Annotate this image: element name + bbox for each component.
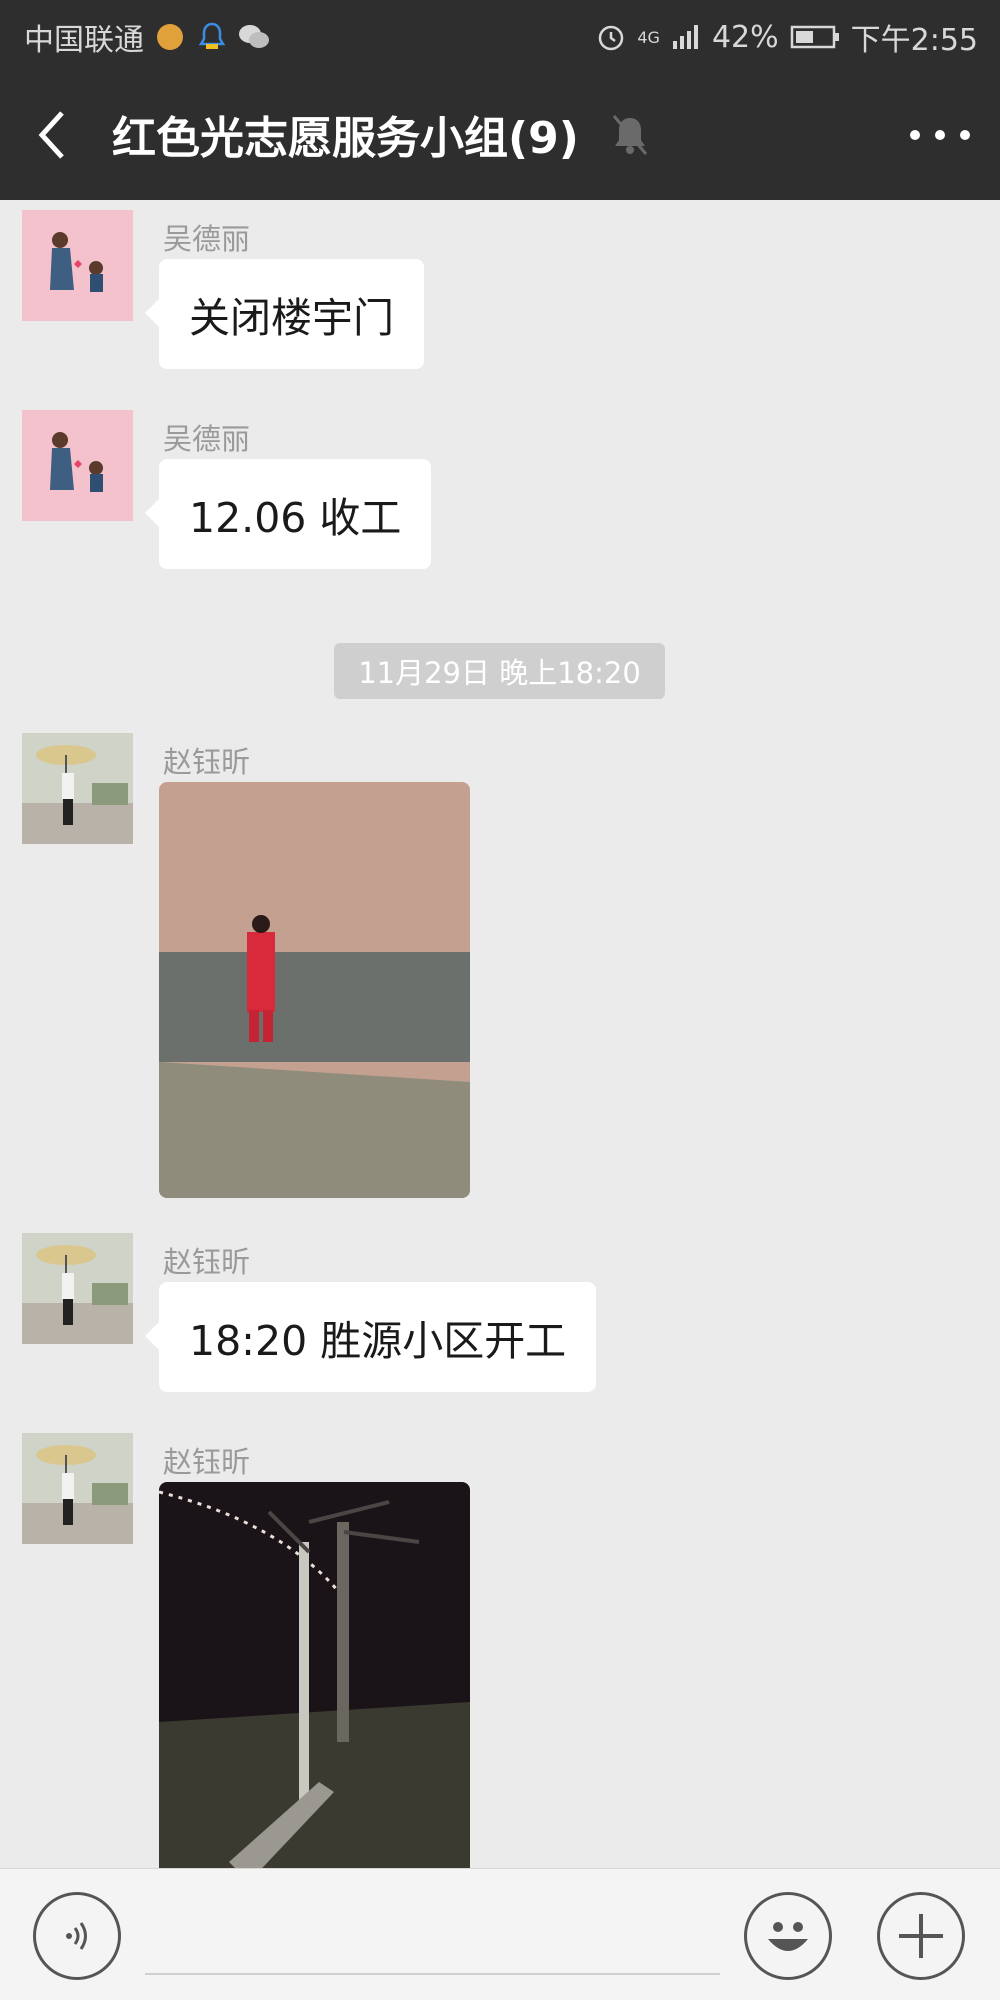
title-bar: 红色光志愿服务小组(9)	[0, 70, 1000, 200]
sender-name: 赵钰昕	[163, 1245, 251, 1279]
status-right: 4G 42% 下午2:55	[595, 15, 978, 59]
battery-icon	[789, 21, 841, 53]
message-bubble[interactable]: 关闭楼宇门	[145, 259, 424, 369]
avatar[interactable]	[22, 410, 133, 521]
back-button[interactable]	[32, 105, 82, 165]
mute-bell-icon	[610, 112, 650, 158]
avatar[interactable]	[22, 733, 133, 844]
image-message[interactable]	[159, 782, 470, 1198]
network-type: 4G	[637, 27, 660, 47]
avatar[interactable]	[22, 1233, 133, 1344]
sender-name: 吴德丽	[163, 222, 251, 256]
chat-area[interactable]: 吴德丽 关闭楼宇门 吴德丽 12.06 收工 11月29日 晚上18:20 赵钰…	[0, 200, 1000, 1868]
carrier-name: 中国联通	[24, 23, 144, 58]
plus-button[interactable]	[877, 1892, 965, 1980]
voice-button[interactable]	[33, 1892, 121, 1980]
qq-icon	[196, 21, 228, 53]
chat-title: 红色光志愿服务小组(9)	[112, 113, 579, 164]
image-message[interactable]	[159, 1482, 470, 1868]
avatar[interactable]	[22, 210, 133, 321]
status-bar: 中国联通 4G 42% 下午2:55	[0, 0, 1000, 70]
back-arrow-icon	[38, 111, 64, 159]
more-dot	[935, 130, 945, 140]
message-bubble[interactable]: 18:20 胜源小区开工	[144, 1282, 597, 1392]
clock: 下午2:55	[850, 23, 978, 58]
emoji-button[interactable]	[744, 1892, 832, 1980]
alarm-icon	[595, 21, 627, 53]
timestamp-divider: 11月29日 晚上18:20	[334, 643, 665, 699]
more-dot	[960, 130, 970, 140]
wechat-icon	[238, 21, 270, 53]
plus-icon	[899, 1914, 943, 1958]
sender-name: 赵钰昕	[163, 1445, 251, 1479]
emoji-icon	[768, 1922, 808, 1951]
input-bar	[0, 1868, 1000, 2000]
voice-icon	[66, 1922, 87, 1950]
message-input[interactable]	[145, 1895, 720, 1975]
signal-icon	[670, 21, 702, 53]
status-left: 中国联通	[24, 15, 270, 59]
battery-percent: 42%	[711, 19, 779, 55]
message-bubble[interactable]: 12.06 收工	[144, 459, 432, 569]
message-app-icon	[154, 21, 186, 53]
sender-name: 赵钰昕	[163, 745, 251, 779]
avatar[interactable]	[22, 1433, 133, 1544]
more-dot	[910, 130, 920, 140]
sender-name: 吴德丽	[163, 422, 251, 456]
more-button[interactable]	[910, 115, 970, 155]
